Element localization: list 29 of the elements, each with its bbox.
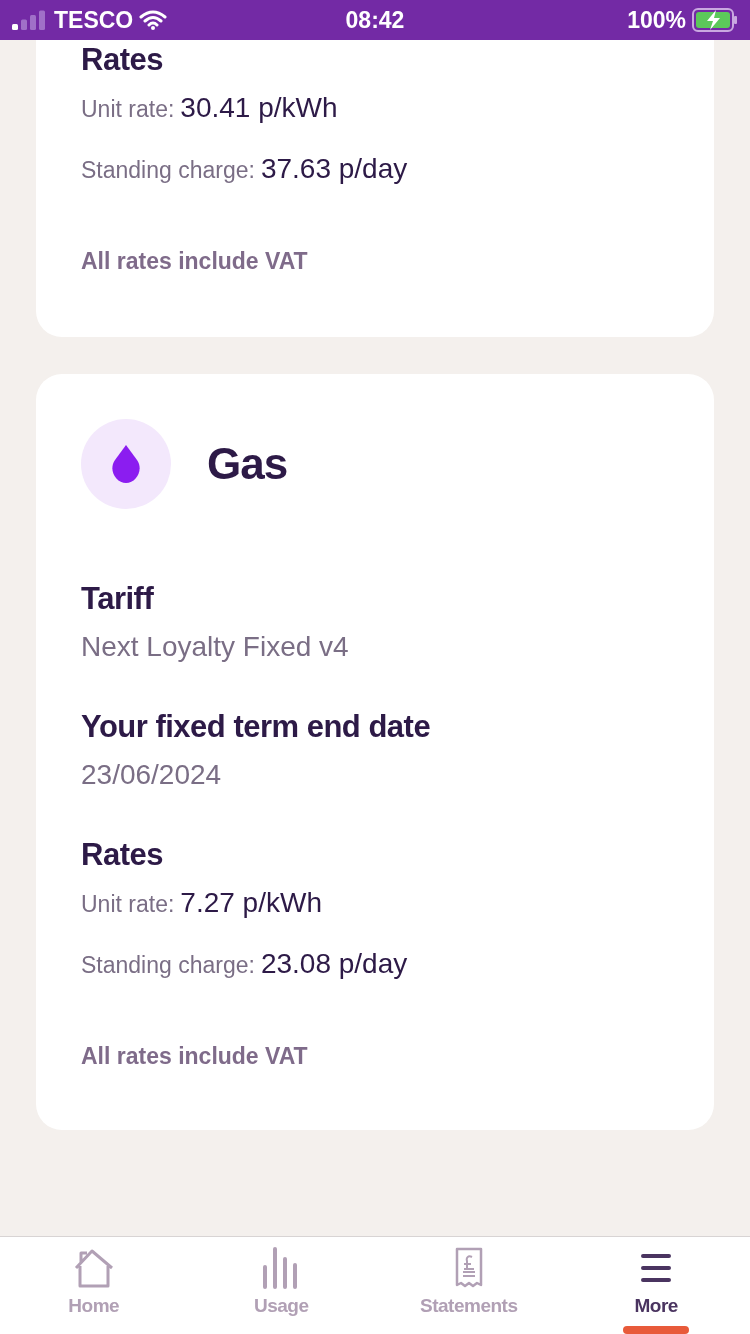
carrier-name: TESCO bbox=[54, 6, 134, 34]
tab[interactable]: Usage bbox=[187, 1237, 375, 1334]
rate-value: 23.08 p/day bbox=[260, 947, 408, 981]
battery-percent: 100% bbox=[627, 6, 686, 34]
section-value: Next Loyalty Fixed v4 bbox=[81, 630, 350, 664]
rate-label: Unit rate: bbox=[81, 890, 175, 919]
vat-note: All rates include VAT bbox=[81, 1043, 309, 1070]
section-value: 23/06/2024 bbox=[81, 758, 223, 792]
fuel-title: Gas bbox=[207, 439, 288, 489]
rate-value: 7.27 p/kWh bbox=[180, 886, 322, 920]
section-heading: Rates bbox=[81, 836, 164, 874]
battery-charging-icon bbox=[692, 8, 738, 32]
rate-label: Standing charge: bbox=[81, 156, 255, 185]
rate-label: Standing charge: bbox=[81, 951, 255, 980]
rate-label: Unit rate: bbox=[81, 95, 175, 124]
section-heading: Your fixed term end date bbox=[81, 708, 432, 746]
wifi-icon bbox=[139, 10, 168, 30]
vat-note: All rates include VAT bbox=[81, 248, 309, 275]
active-tab-indicator bbox=[623, 1326, 690, 1334]
clock: 08:42 bbox=[345, 6, 405, 34]
tab[interactable]: Home bbox=[0, 1237, 188, 1334]
rate-value: 30.41 p/kWh bbox=[180, 91, 338, 125]
flame-drop-icon bbox=[110, 444, 142, 484]
tab[interactable]: Statements bbox=[375, 1237, 563, 1334]
section-heading: Tariff bbox=[81, 580, 155, 618]
section-heading: Rates bbox=[81, 41, 164, 79]
tab[interactable]: More bbox=[562, 1237, 750, 1334]
signal-icon bbox=[12, 10, 48, 30]
rate-value: 37.63 p/day bbox=[260, 152, 408, 186]
